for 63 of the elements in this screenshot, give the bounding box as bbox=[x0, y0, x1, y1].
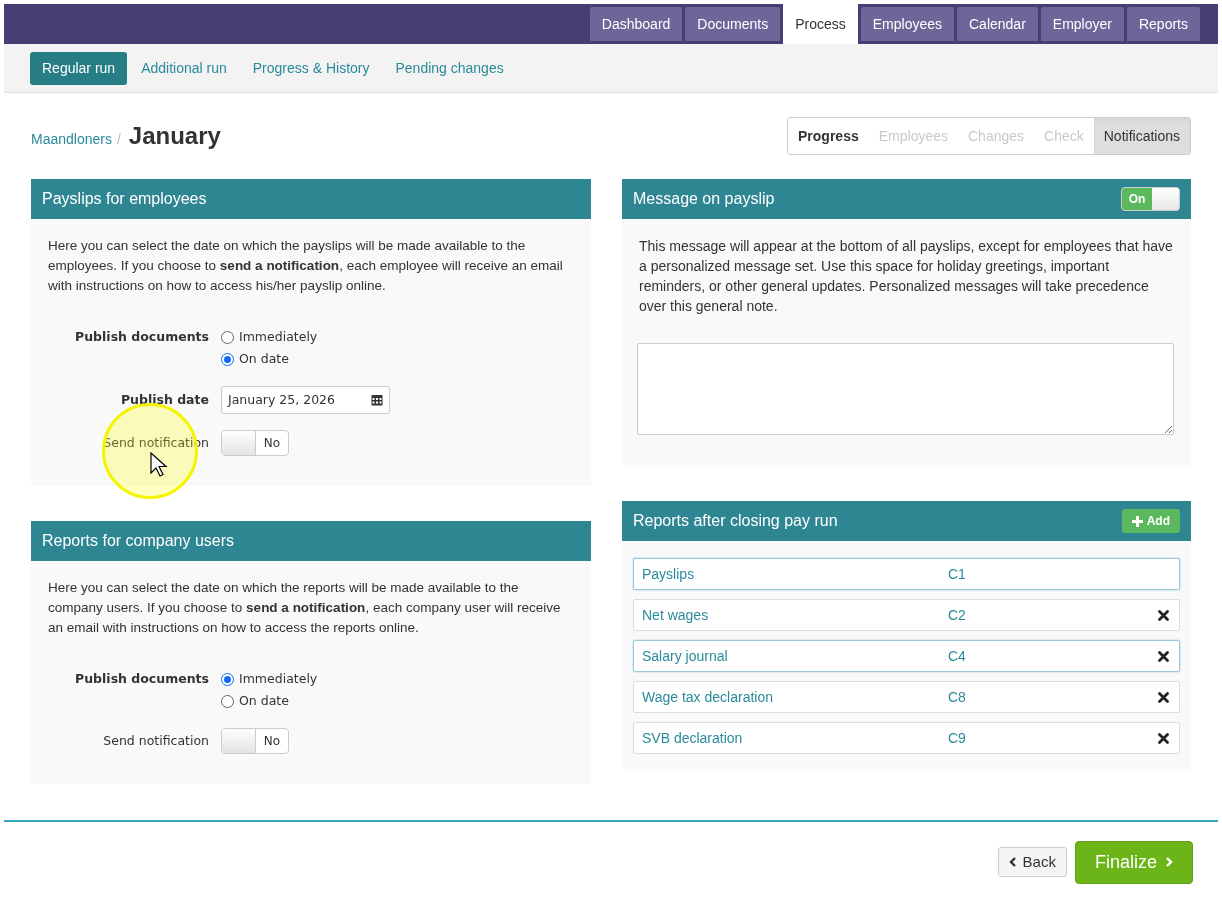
sub-nav-tab[interactable]: Additional run bbox=[129, 51, 239, 85]
nav-tab[interactable]: Documents bbox=[685, 7, 781, 41]
nav-tab[interactable]: Employees bbox=[860, 7, 954, 41]
report-code: C1 bbox=[948, 564, 967, 584]
chevron-right-icon bbox=[1165, 857, 1173, 867]
radio-button[interactable] bbox=[221, 330, 234, 344]
plus-icon bbox=[1131, 515, 1143, 527]
report-name: Wage tax declaration bbox=[642, 687, 774, 707]
report-name: Payslips bbox=[642, 564, 696, 584]
step-tab[interactable]: Notifications bbox=[1093, 118, 1190, 154]
radio-button[interactable] bbox=[221, 352, 234, 366]
calendar-icon[interactable] bbox=[371, 394, 383, 406]
chevron-left-icon bbox=[1008, 857, 1017, 867]
toggle-switch[interactable]: No bbox=[221, 430, 289, 456]
report-row[interactable]: Wage tax declaration C8 bbox=[633, 681, 1180, 713]
panel-description: This message will appear at the bottom of all payslips, except for employees that have a personalized message set. Use this space for holiday greetings, important reminders, or other general updates. Personalized messages will take precedence over this general note. bbox=[639, 237, 1174, 316]
remove-icon[interactable] bbox=[1158, 650, 1169, 662]
radio-option[interactable]: Immediately bbox=[221, 668, 318, 690]
report-name: Net wages bbox=[642, 605, 710, 625]
report-row[interactable]: Net wages C2 bbox=[633, 599, 1180, 631]
report-name: SVB declaration bbox=[642, 728, 744, 748]
panel-title: Reports for company users bbox=[42, 531, 235, 551]
nav-tab[interactable]: Dashboard bbox=[589, 7, 683, 41]
radio-option[interactable]: On date bbox=[221, 690, 318, 712]
breadcrumb-link[interactable]: Maandloners bbox=[31, 129, 112, 150]
radio-option[interactable]: On date bbox=[221, 348, 318, 370]
report-code: C4 bbox=[948, 646, 967, 666]
panel-title: Reports after closing pay run bbox=[633, 511, 838, 531]
page-title: January bbox=[128, 121, 221, 151]
radio-button[interactable] bbox=[221, 694, 234, 708]
report-row[interactable]: Payslips C1 bbox=[633, 558, 1180, 590]
field-label: Publish documents bbox=[74, 670, 209, 688]
sub-nav-tab[interactable]: Pending changes bbox=[383, 51, 516, 85]
panel-title: Payslips for employees bbox=[42, 189, 207, 209]
nav-tab[interactable]: Employer bbox=[1040, 7, 1124, 41]
report-code: C2 bbox=[948, 605, 967, 625]
date-field[interactable]: January 25, 2026 bbox=[221, 386, 390, 414]
nav-tab[interactable]: Reports bbox=[1126, 7, 1200, 41]
breadcrumb-separator: / bbox=[116, 130, 121, 149]
remove-icon[interactable] bbox=[1158, 609, 1169, 621]
remove-icon[interactable] bbox=[1158, 691, 1169, 703]
panel-description: Here you can select the date on which the payslips will be made available to the employees. If you choose to send a notification, each employee will receive an email with instructions on how to access his/her payslip online. bbox=[48, 237, 564, 295]
field-label: Send notification bbox=[102, 731, 209, 750]
radio-option[interactable]: Immediately bbox=[221, 326, 318, 348]
radio-button[interactable] bbox=[221, 672, 234, 686]
sub-nav-tab[interactable]: Regular run bbox=[30, 51, 128, 85]
report-row[interactable]: Salary journal C4 bbox=[633, 640, 1180, 672]
report-row[interactable]: SVB declaration C9 bbox=[633, 722, 1180, 754]
report-code: C9 bbox=[948, 728, 967, 748]
panel-description: Here you can select the date on which the reports will be made available to the company users. If you choose to send a notification, each company user will receive an email with instructions on how to access the reports online. bbox=[48, 579, 562, 637]
remove-icon[interactable] bbox=[1158, 732, 1169, 744]
nav-tab[interactable]: Process bbox=[783, 4, 858, 44]
field-label: Publish date bbox=[119, 390, 209, 409]
back-button[interactable]: Back bbox=[997, 847, 1067, 877]
nav-tab[interactable]: Calendar bbox=[957, 7, 1038, 41]
report-name: Salary journal bbox=[642, 646, 729, 666]
cursor-icon bbox=[150, 452, 168, 478]
field-label: Publish documents bbox=[74, 328, 209, 346]
report-code: C8 bbox=[948, 687, 967, 707]
sub-nav-tab[interactable]: Progress & History bbox=[240, 51, 382, 85]
panel-title: Message on payslip bbox=[633, 189, 775, 209]
message-field[interactable] bbox=[637, 343, 1174, 435]
toggle-switch[interactable]: No bbox=[221, 728, 289, 754]
